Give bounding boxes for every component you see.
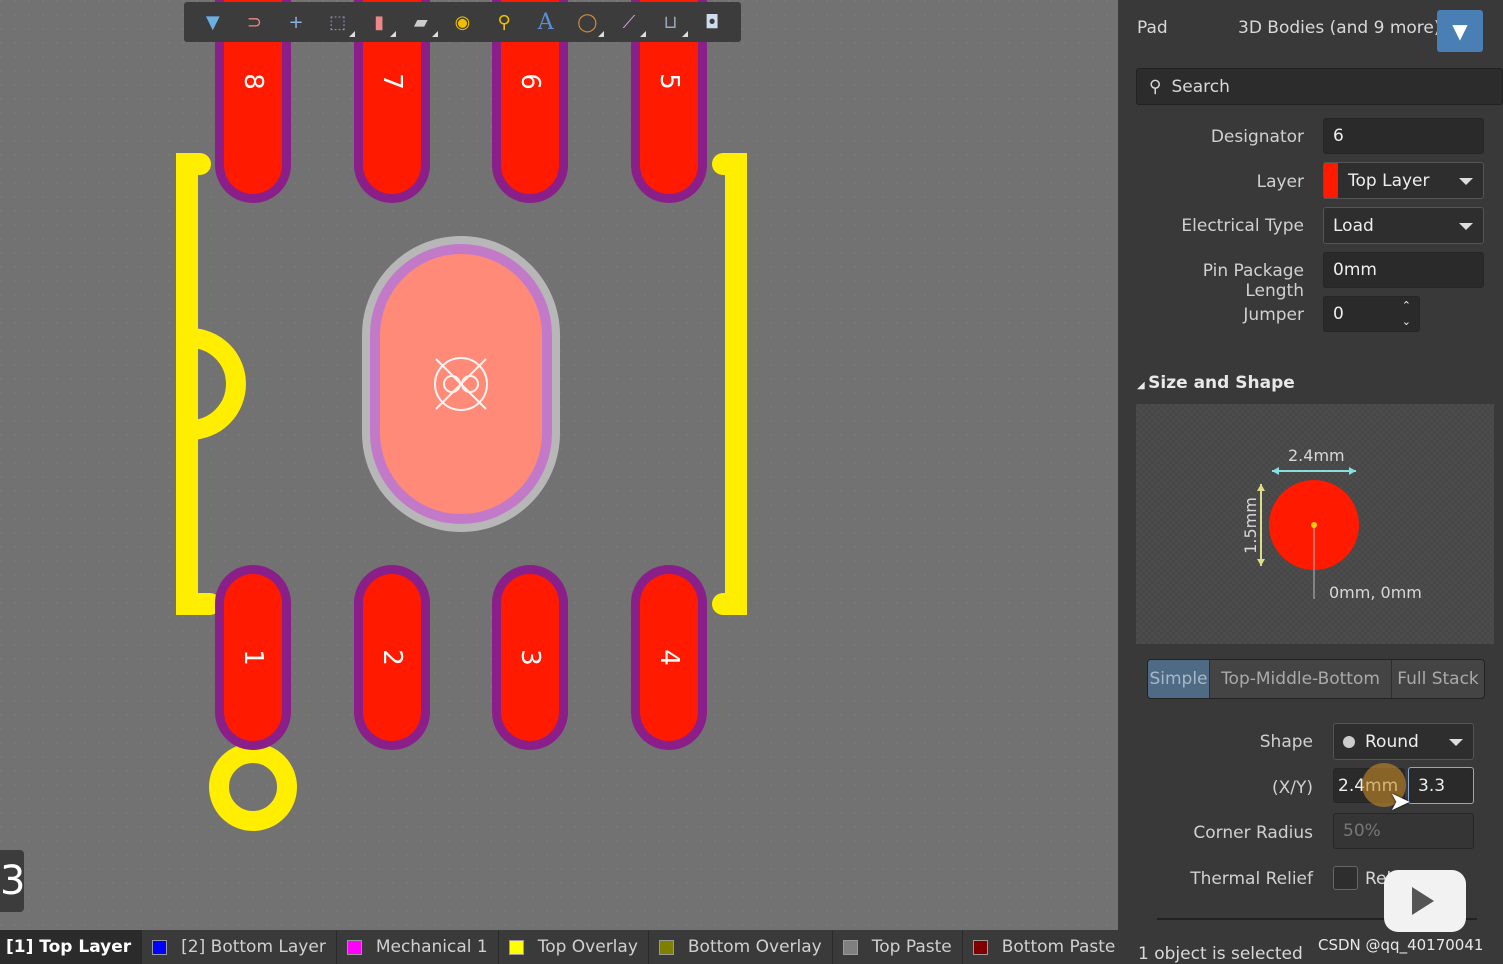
- layer-tab-label: [2] Bottom Layer: [181, 937, 326, 957]
- tab-full-stack[interactable]: Full Stack: [1392, 660, 1484, 698]
- pad-number: 8: [238, 73, 268, 90]
- corner-radius-label: Corner Radius: [1193, 823, 1313, 843]
- jumper-label: Jumper: [1243, 305, 1304, 325]
- pad-preview-drawing: [1257, 467, 1359, 599]
- layer-tab-label: Bottom Paste: [1001, 937, 1116, 957]
- preview-width-label: 2.4mm: [1288, 446, 1345, 465]
- thermal-relief-checkbox[interactable]: [1333, 866, 1358, 890]
- designator-label: Designator: [1210, 127, 1304, 147]
- collapse-triangle-icon: ◢: [1137, 380, 1149, 391]
- chevron-down-icon: [1459, 222, 1473, 230]
- search-icon: ⚲: [1149, 76, 1162, 97]
- pcb-drawing: 8 7 6 5 1 2 3 4: [0, 0, 1118, 930]
- layer-tab-0[interactable]: [1] Top Layer: [0, 930, 143, 964]
- layer-color-swatch: [658, 939, 674, 955]
- search-input[interactable]: ⚲ Search: [1136, 68, 1503, 105]
- filter-button[interactable]: ▼: [1437, 10, 1483, 52]
- filter-icon[interactable]: ▼: [198, 7, 228, 37]
- pin-package-length-label: Pin Package Length: [1202, 261, 1304, 301]
- shape-label: Shape: [1259, 732, 1313, 752]
- select-rect-icon[interactable]: ⬚: [323, 7, 355, 37]
- layer-tab-6[interactable]: Bottom Paste: [963, 930, 1127, 964]
- tab-simple[interactable]: Simple: [1148, 660, 1210, 698]
- pad-number: 2: [377, 649, 407, 666]
- shape-select[interactable]: Round: [1333, 723, 1474, 760]
- pad-number: 3: [515, 649, 545, 666]
- layer-tab-label: Mechanical 1: [375, 937, 488, 957]
- object-type: Pad: [1137, 18, 1168, 38]
- layer-color-swatch: [972, 939, 988, 955]
- cross-icon[interactable]: +: [281, 7, 311, 37]
- layer-tab-label: Bottom Overlay: [687, 937, 822, 957]
- via-icon[interactable]: ⚲: [489, 7, 519, 37]
- layer-tab-1[interactable]: [2] Bottom Layer: [142, 930, 337, 964]
- align-icon[interactable]: ▮: [364, 7, 397, 37]
- pad-icon[interactable]: ◉: [447, 7, 477, 37]
- designator-field[interactable]: 6: [1323, 118, 1484, 154]
- filter-summary[interactable]: 3D Bodies (and 9 more): [1238, 18, 1441, 38]
- electrical-type-select[interactable]: Load: [1323, 207, 1484, 244]
- thermal-relief-label: Thermal Relief: [1190, 869, 1313, 889]
- layer-tab-label: [1] Top Layer: [6, 937, 132, 957]
- line-icon[interactable]: ⟋: [614, 7, 646, 37]
- stepper-arrows-icon[interactable]: ⌃ ⌄: [1402, 298, 1411, 330]
- left-edge-tab[interactable]: 3: [0, 850, 24, 912]
- pad-3[interactable]: 3: [492, 565, 568, 750]
- chevron-down-icon: [1459, 177, 1473, 185]
- pad-1[interactable]: 1: [215, 565, 291, 750]
- active-bar-toolbar: ▼ ⊃ + ⬚ ▮ ▰ ◉ ⚲ A ◯ ⟋ ⊔ ◘: [184, 2, 741, 42]
- pcb-canvas[interactable]: 8 7 6 5 1 2 3 4 ▼ ⊃ + ⬚ ▮ ▰ ◉ ⚲ A ◯ ⟋ ⊔ ◘ 3: [0, 0, 1118, 930]
- layer-color-swatch: [346, 939, 362, 955]
- round-shape-icon: [1343, 735, 1355, 748]
- watermark: CSDN @qq_40170041: [1318, 936, 1484, 954]
- text-icon[interactable]: A: [531, 7, 561, 37]
- pad-number: 1: [238, 649, 268, 666]
- interactive-routing-icon[interactable]: ⊃: [239, 7, 269, 37]
- pad-shape-preview: 2.4mm 1.5mm 0mm, 0mm: [1136, 404, 1494, 644]
- layer-label: Layer: [1256, 172, 1304, 192]
- video-play-logo: [1384, 870, 1466, 932]
- filter-icon: ▼: [1452, 19, 1468, 43]
- y-size-field[interactable]: 3.3: [1408, 767, 1474, 804]
- layer-tab-2[interactable]: Mechanical 1: [337, 930, 499, 964]
- pad-4[interactable]: 4: [631, 565, 707, 750]
- status-text: 1 object is selected: [1138, 944, 1303, 964]
- electrical-type-label: Electrical Type: [1181, 216, 1304, 236]
- layer-tab-3[interactable]: Top Overlay: [499, 930, 649, 964]
- xy-label: (X/Y): [1271, 778, 1313, 798]
- section-size-and-shape[interactable]: ◢ Size and Shape: [1137, 373, 1295, 393]
- pad-number: 5: [654, 73, 684, 90]
- layer-tab-4[interactable]: Bottom Overlay: [649, 930, 833, 964]
- layer-tab-label: Top Paste: [871, 937, 952, 957]
- corner-radius-field[interactable]: 50%: [1333, 813, 1474, 849]
- pad-number: 6: [515, 73, 545, 90]
- pin-package-length-field[interactable]: 0mm: [1323, 252, 1484, 288]
- preview-height-label: 1.5mm: [1240, 497, 1260, 554]
- layer-tab-5[interactable]: Top Paste: [833, 930, 963, 964]
- layer-color-swatch: [508, 939, 524, 955]
- layer-tabs: [1] Top Layer [2] Bottom Layer Mechanical …: [0, 930, 1177, 964]
- layer-color-swatch: [842, 939, 858, 955]
- layer-color-swatch: [152, 939, 168, 955]
- tab-top-middle-bottom[interactable]: Top-Middle-Bottom: [1210, 660, 1392, 698]
- stack-mode-tabs: Simple Top-Middle-Bottom Full Stack: [1147, 659, 1485, 699]
- arc-icon[interactable]: ◯: [572, 7, 605, 37]
- center-pad[interactable]: [362, 236, 560, 532]
- preview-origin-label: 0mm, 0mm: [1329, 583, 1422, 602]
- dimension-icon[interactable]: ⊔: [656, 7, 688, 37]
- pad-2[interactable]: 2: [354, 565, 430, 750]
- jumper-stepper[interactable]: 0 ⌃ ⌄: [1323, 296, 1420, 332]
- layer-tab-label: Top Overlay: [537, 937, 638, 957]
- region-icon[interactable]: ◘: [697, 7, 727, 37]
- pad-number: 4: [654, 649, 684, 666]
- layer-color-swatch: [1324, 163, 1338, 198]
- pad-number: 7: [377, 73, 407, 90]
- chevron-down-icon: [1449, 738, 1463, 746]
- component-icon[interactable]: ▰: [406, 7, 438, 37]
- layer-select[interactable]: Top Layer: [1323, 162, 1484, 199]
